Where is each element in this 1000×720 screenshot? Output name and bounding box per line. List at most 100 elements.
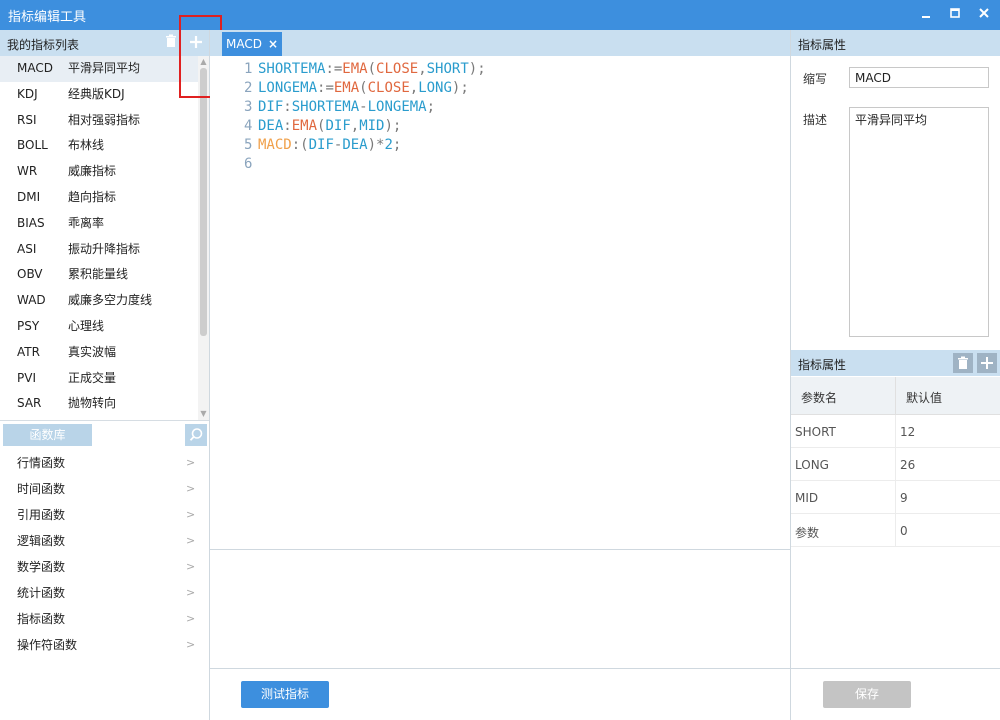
code-token: ( <box>359 80 368 96</box>
params-table-header: 参数名 默认值 <box>791 377 1000 415</box>
maximize-icon[interactable] <box>943 3 967 27</box>
chevron-right-icon: > <box>186 508 196 521</box>
test-output-area <box>210 551 790 669</box>
indicator-code: RSI <box>17 112 37 127</box>
indicator-code: BOLL <box>17 138 48 153</box>
code-token: , <box>418 61 427 77</box>
scroll-down-icon[interactable]: ▼ <box>199 409 208 418</box>
line-number: 2 <box>244 80 253 96</box>
trash-icon[interactable] <box>162 34 180 52</box>
minimize-icon[interactable] <box>914 3 938 27</box>
indicator-item[interactable]: PVI 正成交量 <box>0 366 198 392</box>
save-button[interactable]: 保存 <box>823 681 911 708</box>
function-category-item[interactable]: 统计函数 > <box>0 580 209 606</box>
param-value[interactable]: 0 <box>900 524 908 538</box>
delete-param-button[interactable] <box>953 353 973 373</box>
code-token: DIF <box>325 118 351 134</box>
function-category-item[interactable]: 引用函数 > <box>0 502 209 528</box>
function-category-label: 操作符函数 <box>17 638 78 652</box>
chevron-right-icon: > <box>186 612 196 625</box>
indicator-item[interactable]: KDJ 经典版KDJ <box>0 82 198 108</box>
indicator-name: 趋向指标 <box>68 189 117 204</box>
column-param-name: 参数名 <box>801 391 838 405</box>
indicator-code: ATR <box>17 344 40 359</box>
param-row[interactable]: LONG 26 <box>791 448 1000 481</box>
chevron-right-icon: > <box>186 638 196 651</box>
function-category-item[interactable]: 操作符函数 > <box>0 632 209 658</box>
function-category-label: 数学函数 <box>17 560 66 574</box>
code-editor[interactable]: 1 SHORTEMA:=EMA(CLOSE,SHORT); 2 LONGEMA:=EM… <box>210 56 790 550</box>
chevron-right-icon: > <box>186 534 196 547</box>
tab-function-library[interactable]: 函数库 <box>3 424 92 446</box>
param-name: SHORT <box>795 425 836 439</box>
function-category-item[interactable]: 指标函数 > <box>0 606 209 632</box>
indicator-name: 布林线 <box>68 138 105 153</box>
line-number: 3 <box>244 99 253 115</box>
window-titlebar: 指标编辑工具 <box>0 0 1000 30</box>
code-token: EMA <box>291 118 318 134</box>
indicator-list: MACD 平滑异同平均 KDJ 经典版KDJ RSI 相对强弱指标 BOLL 布林线 WR 威廉指… <box>0 56 198 418</box>
add-icon <box>981 357 993 369</box>
search-button[interactable] <box>185 424 207 446</box>
param-row[interactable]: MID 9 <box>791 481 1000 514</box>
indicator-item[interactable]: PSY 心理线 <box>0 314 198 340</box>
function-category-label: 时间函数 <box>17 482 66 496</box>
scrollbar-thumb[interactable] <box>200 68 207 336</box>
tab-label: MACD <box>226 37 262 51</box>
code-token: EMA <box>333 80 360 96</box>
abbr-input[interactable]: MACD <box>849 67 989 88</box>
code-token: : <box>291 137 301 153</box>
properties-footer: 保存 <box>791 668 1000 720</box>
indicator-item[interactable]: RSI 相对强弱指标 <box>0 108 198 134</box>
indicator-item[interactable]: DMI 趋向指标 <box>0 185 198 211</box>
indicator-item[interactable]: WR 威廉指标 <box>0 159 198 185</box>
function-category-item[interactable]: 数学函数 > <box>0 554 209 580</box>
code-token: LONG <box>418 80 452 96</box>
param-row[interactable]: 参数 0 <box>791 514 1000 547</box>
code-token: : <box>283 99 292 115</box>
add-param-button[interactable] <box>977 353 997 373</box>
code-line: 6 <box>244 155 258 174</box>
param-value[interactable]: 26 <box>900 458 915 472</box>
code-token: DIF <box>308 137 334 153</box>
tab-macd[interactable]: MACD × <box>222 32 282 56</box>
tab-close-icon[interactable]: × <box>268 32 278 56</box>
code-token: SHORT <box>426 61 469 77</box>
indicator-item[interactable]: BOLL 布林线 <box>0 133 198 159</box>
indicator-code: PSY <box>17 318 40 333</box>
function-category-item[interactable]: 行情函数 > <box>0 450 209 476</box>
test-indicator-button[interactable]: 测试指标 <box>241 681 329 708</box>
code-token: MID <box>359 118 385 134</box>
line-number: 6 <box>244 156 253 172</box>
function-category-item[interactable]: 时间函数 > <box>0 476 209 502</box>
line-number: 4 <box>244 118 253 134</box>
column-default-value: 默认值 <box>906 391 943 405</box>
param-row[interactable]: SHORT 12 <box>791 415 1000 448</box>
search-icon <box>189 428 203 441</box>
indicator-item[interactable]: ASI 振动升降指标 <box>0 237 198 263</box>
indicator-item[interactable]: SAR 抛物转向 <box>0 391 198 417</box>
indicator-item[interactable]: BIAS 乖离率 <box>0 211 198 237</box>
indicator-list-scrollbar[interactable]: ▲ ▼ <box>198 56 209 420</box>
code-token: : <box>283 118 292 134</box>
indicator-item[interactable]: MACD 平滑异同平均 <box>0 56 198 82</box>
trash-icon <box>958 356 968 369</box>
indicator-item[interactable]: OBV 累积能量线 <box>0 262 198 288</box>
description-textarea[interactable]: 平滑异同平均 <box>849 107 989 337</box>
param-value[interactable]: 9 <box>900 491 908 505</box>
function-category-item[interactable]: 逻辑函数 > <box>0 528 209 554</box>
function-category-label: 引用函数 <box>17 508 66 522</box>
indicator-item[interactable]: ATR 真实波幅 <box>0 340 198 366</box>
indicator-name: 乖离率 <box>68 215 105 230</box>
indicator-item[interactable]: WAD 威廉多空力度线 <box>0 288 198 314</box>
code-token: ); <box>451 80 469 96</box>
indicator-code: WR <box>17 164 38 179</box>
formula-editor: MACD × 1 SHORTEMA:=EMA(CLOSE,SHORT); 2 LONG… <box>210 30 790 720</box>
indicator-code: MACD <box>17 61 53 75</box>
close-icon[interactable] <box>972 3 996 27</box>
properties-title: 指标属性 <box>798 38 847 52</box>
indicator-code: OBV <box>17 267 43 282</box>
param-value[interactable]: 12 <box>900 425 915 439</box>
indicator-name: 振动升降指标 <box>68 241 141 256</box>
code-line: 5 MACD:(DIF-DEA)*2; <box>244 136 401 155</box>
